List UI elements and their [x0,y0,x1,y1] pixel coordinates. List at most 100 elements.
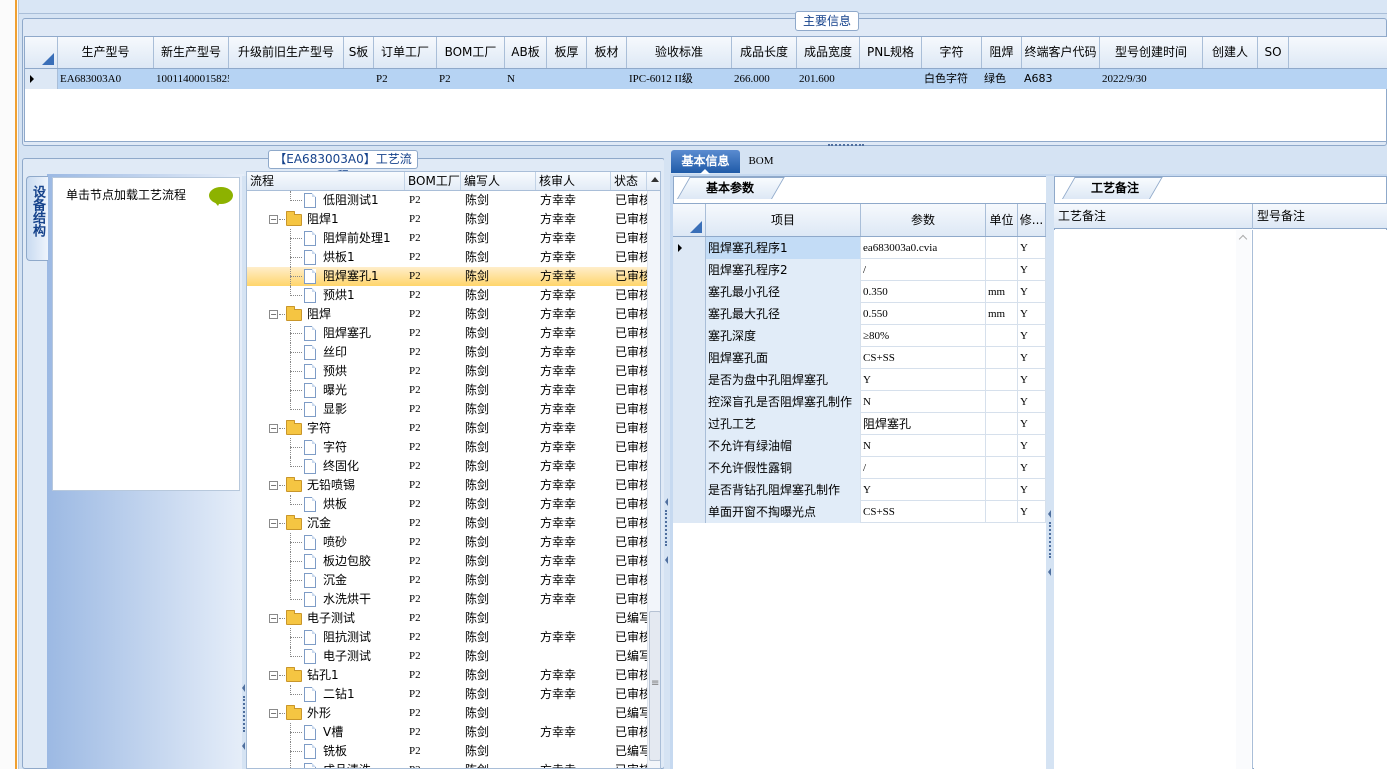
tree-row[interactable]: − 沉金 P2 陈剑 方幸幸 已审核 [247,514,647,533]
params-row[interactable]: 阻焊塞孔程序2/ Y [673,259,1046,281]
params-cell-rev[interactable]: Y [1018,325,1046,347]
tree-node-name[interactable]: 阻焊1 [307,210,405,229]
params-row[interactable]: 不允许假性露铜 / Y [673,457,1046,479]
params-cell-value[interactable]: CS+SS [861,501,986,523]
tree-row[interactable]: 字符 P2 陈剑 方幸幸 已审核 [247,438,647,457]
tree-row[interactable]: 沉金 P2 陈剑 方幸幸 已审核 [247,571,647,590]
params-cell-value[interactable]: / [861,457,986,479]
vertical-splitter-right[interactable] [1046,176,1054,769]
params-cell-unit[interactable] [986,391,1018,413]
main-cell[interactable] [1203,69,1258,89]
tree-node-name[interactable]: 钻孔1 [307,666,405,685]
main-cell[interactable]: 266.000 [732,69,797,89]
main-cell[interactable]: P2 [374,69,437,89]
params-cell-item[interactable]: 阻焊塞孔程序1 [706,237,861,259]
tree-row[interactable]: 丝印 P2 陈剑 方幸幸 已审核 [247,343,647,362]
model-notes-text[interactable] [1254,230,1387,769]
main-col-header[interactable]: SO [1258,37,1289,68]
tree-node-name[interactable]: 字符 [307,419,405,438]
main-col-header[interactable]: 验收标准 [627,37,732,68]
tree-node-name[interactable]: V槽 [323,723,405,742]
params-cell-unit[interactable] [986,237,1018,259]
params-cell-unit[interactable] [986,347,1018,369]
tree-node-name[interactable]: 烘板 [323,495,405,514]
collapse-icon[interactable]: − [269,614,278,623]
params-cell-item[interactable]: 控深盲孔是否阻焊塞孔制作 [706,391,861,413]
params-tab-label[interactable]: 基本参数 [690,179,770,196]
main-col-header[interactable]: 型号创建时间 [1100,37,1203,68]
params-cell-unit[interactable] [986,413,1018,435]
params-cell-unit[interactable] [986,457,1018,479]
params-row[interactable]: 阻焊塞孔程序1 ea683003a0.cvia Y [673,237,1046,259]
tree-row[interactable]: 成品清洗 P2 陈剑方幸幸已审核 [247,761,647,768]
tree-node-name[interactable]: 阻焊塞孔1 [323,267,405,286]
params-cell-item[interactable]: 是否背钻孔阻焊塞孔制作 [706,479,861,501]
params-cell-value[interactable]: ea683003a0.cvia [861,237,986,259]
main-cell[interactable]: 绿色 [982,69,1022,89]
params-cell-value[interactable]: CS+SS [861,347,986,369]
params-cell-unit[interactable]: mm [986,281,1018,303]
tree-node-name[interactable]: 阻焊 [307,305,405,324]
params-cell-item[interactable]: 塞孔最小孔径 [706,281,861,303]
main-col-header[interactable]: 新生产型号 [154,37,229,68]
params-cell-item[interactable]: 单面开窗不掏曝光点 [706,501,861,523]
params-row[interactable]: 控深盲孔是否阻焊塞孔制作 N Y [673,391,1046,413]
tree-col-header[interactable]: 流程 [247,172,405,190]
main-col-header[interactable]: 板厚 [547,37,587,68]
params-col-header[interactable]: 参数 [861,204,986,236]
params-cell-item[interactable]: 是否为盘中孔阻焊塞孔 [706,369,861,391]
tree-row[interactable]: 预烘1 P2 陈剑 方幸幸 已审核 [247,286,647,305]
params-col-header[interactable]: 项目 [706,204,861,236]
tree-row[interactable]: − 电子测试 P2 陈剑 已编写 [247,609,647,628]
tree-row[interactable]: 铣板 P2 陈剑 已编写 [247,742,647,761]
main-cell[interactable] [587,69,627,89]
tree-row[interactable]: 终固化 P2 陈剑 方幸幸 已审核 [247,457,647,476]
params-cell-item[interactable]: 阻焊塞孔面 [706,347,861,369]
params-cell-item[interactable]: 塞孔深度 [706,325,861,347]
params-cell-item[interactable]: 阻焊塞孔程序2 [706,259,861,281]
tree-row[interactable]: − 无铅喷锡 P2 陈剑 方幸幸 已审核 [247,476,647,495]
tree-node-name[interactable]: 沉金 [307,514,405,533]
main-cell[interactable]: A683 [1022,69,1100,89]
main-cell[interactable] [1258,69,1289,89]
params-row[interactable]: 塞孔深度 ≥80% Y [673,325,1046,347]
collapse-icon[interactable]: − [269,671,278,680]
flow-tree-grid[interactable]: 流程BOM工厂编写人核审人状态 低阻测试1P2陈剑方幸幸已审核−阻焊1P2陈剑方… [246,171,661,769]
main-cell[interactable] [547,69,587,89]
params-cell-value[interactable]: Y [861,369,986,391]
collapse-icon[interactable]: − [269,424,278,433]
main-col-header[interactable]: 成品长度 [732,37,797,68]
main-col-header[interactable]: AB板 [505,37,547,68]
params-row[interactable]: 塞孔最小孔径 0.350 mm Y [673,281,1046,303]
tree-node-name[interactable]: 铣板 [323,742,405,761]
params-cell-rev[interactable]: Y [1018,391,1046,413]
params-cell-item[interactable]: 塞孔最大孔径 [706,303,861,325]
params-cell-rev[interactable]: Y [1018,413,1046,435]
tree-node-name[interactable]: 无铅喷锡 [307,476,405,495]
params-cell-unit[interactable] [986,501,1018,523]
main-cell[interactable] [860,69,922,89]
grid-corner-icon[interactable] [673,204,706,236]
tree-node-name[interactable]: 电子测试 [307,609,405,628]
params-row[interactable]: 是否为盘中孔阻焊塞孔 Y Y [673,369,1046,391]
collapse-icon[interactable]: − [269,481,278,490]
main-cell[interactable]: 白色字符 [922,69,982,89]
tree-node-name[interactable]: 板边包胶 [323,552,405,571]
tree-node-name[interactable]: 显影 [323,400,405,419]
tree-node-name[interactable]: 喷砂 [323,533,405,552]
main-col-header[interactable]: BOM工厂 [437,37,505,68]
tree-row[interactable]: − 外形 P2 陈剑 已编写 [247,704,647,723]
params-cell-unit[interactable] [986,325,1018,347]
main-col-header[interactable]: 升级前旧生产型号 [229,37,344,68]
params-cell-value[interactable]: 0.350 [861,281,986,303]
main-col-header[interactable]: 阻焊 [982,37,1022,68]
params-row[interactable]: 单面开窗不掏曝光点 CS+SS Y [673,501,1046,523]
params-cell-rev[interactable]: Y [1018,501,1046,523]
tree-node-name[interactable]: 阻焊塞孔 [323,324,405,343]
main-cell[interactable]: 201.600 [797,69,860,89]
tree-row[interactable]: 低阻测试1 P2 陈剑 方幸幸 已审核 [247,191,647,210]
tree-node-name[interactable]: 终固化 [323,457,405,476]
tree-row[interactable]: 板边包胶 P2 陈剑 方幸幸 已审核 [247,552,647,571]
params-row[interactable]: 塞孔最大孔径 0.550 mm Y [673,303,1046,325]
main-col-header[interactable]: 订单工厂 [374,37,437,68]
